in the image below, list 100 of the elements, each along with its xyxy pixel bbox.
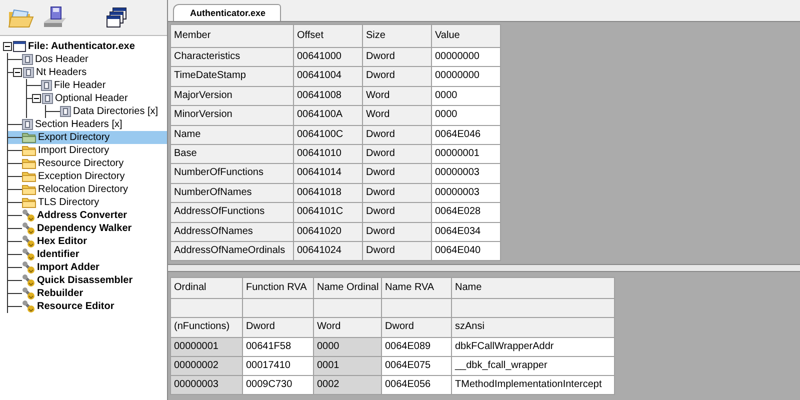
column-header[interactable]: Function RVA — [243, 278, 313, 298]
tree-item[interactable]: Rebuilder — [8, 287, 167, 300]
table-cell: MajorVersion — [171, 86, 293, 106]
tree-item[interactable]: Resource Editor — [8, 300, 167, 313]
table-cell: 0064100A — [294, 106, 362, 125]
window-icon — [13, 41, 26, 52]
table-cell: 0000 — [432, 106, 500, 125]
table-cell: 0064E040 — [432, 242, 500, 260]
struct-icon — [22, 54, 33, 65]
open-folder-icon[interactable] — [8, 6, 34, 28]
table-cell: Dword — [363, 184, 431, 202]
type-cell: Word — [314, 318, 381, 337]
table-cell: 00000003 — [171, 376, 242, 394]
file-tab[interactable]: Authenticator.exe — [173, 4, 281, 21]
table-cell: 0064E028 — [432, 203, 500, 222]
table-cell: NumberOfFunctions — [171, 164, 293, 183]
table-cell: 0064E034 — [432, 222, 500, 241]
tree-item[interactable]: TLS Directory — [8, 196, 167, 209]
table-cell: 00000001 — [432, 144, 500, 164]
table-cell: Dword — [363, 242, 431, 260]
table-cell: Base — [171, 144, 293, 164]
type-cell: (nFunctions) — [171, 318, 242, 337]
table-cell: Characteristics — [171, 48, 293, 66]
column-header[interactable]: Size — [363, 25, 431, 47]
struct-icon — [23, 67, 34, 78]
tree-item[interactable]: Address Converter — [8, 209, 167, 222]
table-cell: 0064E056 — [382, 376, 451, 394]
table-cell: AddressOfNames — [171, 222, 293, 241]
table-cell: 0064E046 — [432, 126, 500, 144]
folder-icon — [22, 184, 36, 195]
struct-icon — [41, 80, 52, 91]
table-cell: 00000000 — [432, 67, 500, 86]
table-cell: 00641004 — [294, 67, 362, 86]
type-cell: Dword — [382, 318, 451, 337]
table-cell: 00000002 — [171, 356, 242, 376]
table-cell: 00641000 — [294, 48, 362, 66]
tree-item[interactable]: Data Directories [x] — [46, 105, 167, 118]
tree-item[interactable]: Dos Header — [8, 53, 167, 66]
table-cell: Dword — [363, 126, 431, 144]
tree-item[interactable]: Identifier — [8, 248, 167, 261]
tree-item[interactable]: Dependency Walker — [8, 222, 167, 235]
table-cell: 00000003 — [432, 164, 500, 183]
table-cell: 00641014 — [294, 164, 362, 183]
tree-item[interactable]: Nt Headers — [8, 66, 167, 79]
windows-icon[interactable] — [106, 6, 128, 28]
table-cell: AddressOfNameOrdinals — [171, 242, 293, 260]
table-cell: Dword — [363, 222, 431, 241]
table-cell: 00000001 — [171, 338, 242, 356]
column-header[interactable]: Ordinal — [171, 278, 242, 298]
table-cell: Dword — [363, 203, 431, 222]
table-cell: 0064100C — [294, 126, 362, 144]
table-cell: 00641008 — [294, 86, 362, 106]
type-cell: szAnsi — [452, 318, 614, 337]
save-icon[interactable] — [42, 6, 68, 30]
table-cell: 0064E089 — [382, 338, 451, 356]
table-cell: Word — [363, 86, 431, 106]
tree-item[interactable]: Import Adder — [8, 261, 167, 274]
tree-item[interactable]: Hex Editor — [8, 235, 167, 248]
table-cell: 00641010 — [294, 144, 362, 164]
tree-item[interactable]: Exception Directory — [8, 170, 167, 183]
splitter-bar[interactable] — [168, 264, 800, 272]
column-header[interactable]: Offset — [294, 25, 362, 47]
table-cell: 00641024 — [294, 242, 362, 260]
folder-icon — [22, 158, 36, 169]
column-header[interactable]: Name Ordinal — [314, 278, 381, 298]
column-header[interactable]: Value — [432, 25, 500, 47]
wrench-icon — [22, 248, 35, 261]
collapse-icon[interactable] — [3, 42, 12, 51]
table-cell: 00017410 — [243, 356, 313, 376]
tree-item[interactable]: Optional Header — [27, 92, 167, 105]
table-cell: 00000003 — [432, 184, 500, 202]
table-cell: 00641020 — [294, 222, 362, 241]
tree-item[interactable]: Export Directory — [8, 131, 167, 144]
table-cell: NumberOfNames — [171, 184, 293, 202]
folder-icon — [22, 171, 36, 182]
tree-item[interactable]: File: Authenticator.exe — [0, 40, 167, 53]
struct-icon — [22, 119, 33, 130]
wrench-icon — [22, 300, 35, 313]
table-cell: 00641018 — [294, 184, 362, 202]
table-cell: AddressOfFunctions — [171, 203, 293, 222]
tree-item[interactable]: File Header — [27, 79, 167, 92]
tree-item[interactable]: Relocation Directory — [8, 183, 167, 196]
tree-item[interactable]: Resource Directory — [8, 157, 167, 170]
wrench-icon — [22, 209, 35, 222]
tree-item[interactable]: Import Directory — [8, 144, 167, 157]
tree-item[interactable]: Quick Disassembler — [8, 274, 167, 287]
folder-icon — [22, 145, 36, 156]
table-cell: 00000000 — [432, 48, 500, 66]
column-header[interactable]: Name RVA — [382, 278, 451, 298]
collapse-icon[interactable] — [32, 94, 41, 103]
collapse-icon[interactable] — [13, 68, 22, 77]
table-cell: Dword — [363, 48, 431, 66]
table-cell: MinorVersion — [171, 106, 293, 125]
column-header[interactable]: Name — [452, 278, 614, 298]
column-header[interactable]: Member — [171, 25, 293, 47]
table-cell: 0064101C — [294, 203, 362, 222]
tree-item[interactable]: Section Headers [x] — [8, 118, 167, 131]
table-cell: 0001 — [314, 356, 381, 376]
table-cell: 00641F58 — [243, 338, 313, 356]
table-cell: __dbk_fcall_wrapper — [452, 356, 614, 376]
